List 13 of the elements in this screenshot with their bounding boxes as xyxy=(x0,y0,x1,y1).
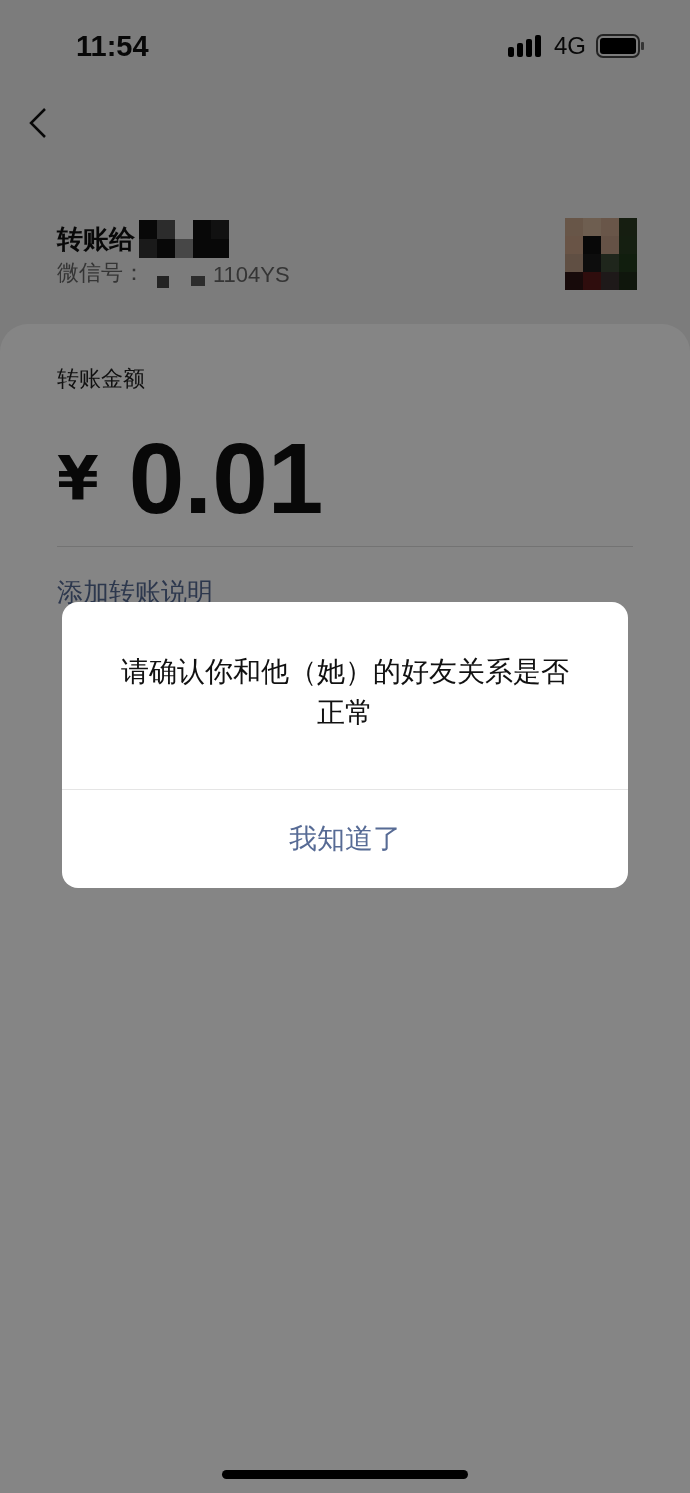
currency-symbol: ¥ xyxy=(57,443,99,513)
redaction-mosaic xyxy=(157,276,205,288)
wechat-id-label: 微信号： xyxy=(57,259,145,287)
acknowledge-button[interactable]: 我知道了 xyxy=(62,790,628,889)
amount-value[interactable]: 0.01 xyxy=(128,428,324,528)
back-icon[interactable] xyxy=(28,107,48,139)
wechat-id: 1104YS xyxy=(213,262,290,288)
status-time: 11:54 xyxy=(76,29,149,63)
amount-label: 转账金额 xyxy=(57,365,145,393)
signal-icon xyxy=(508,35,544,57)
network-label: 4G xyxy=(554,32,586,60)
recipient-title: 转账给 xyxy=(57,222,135,256)
battery-icon xyxy=(596,34,644,58)
